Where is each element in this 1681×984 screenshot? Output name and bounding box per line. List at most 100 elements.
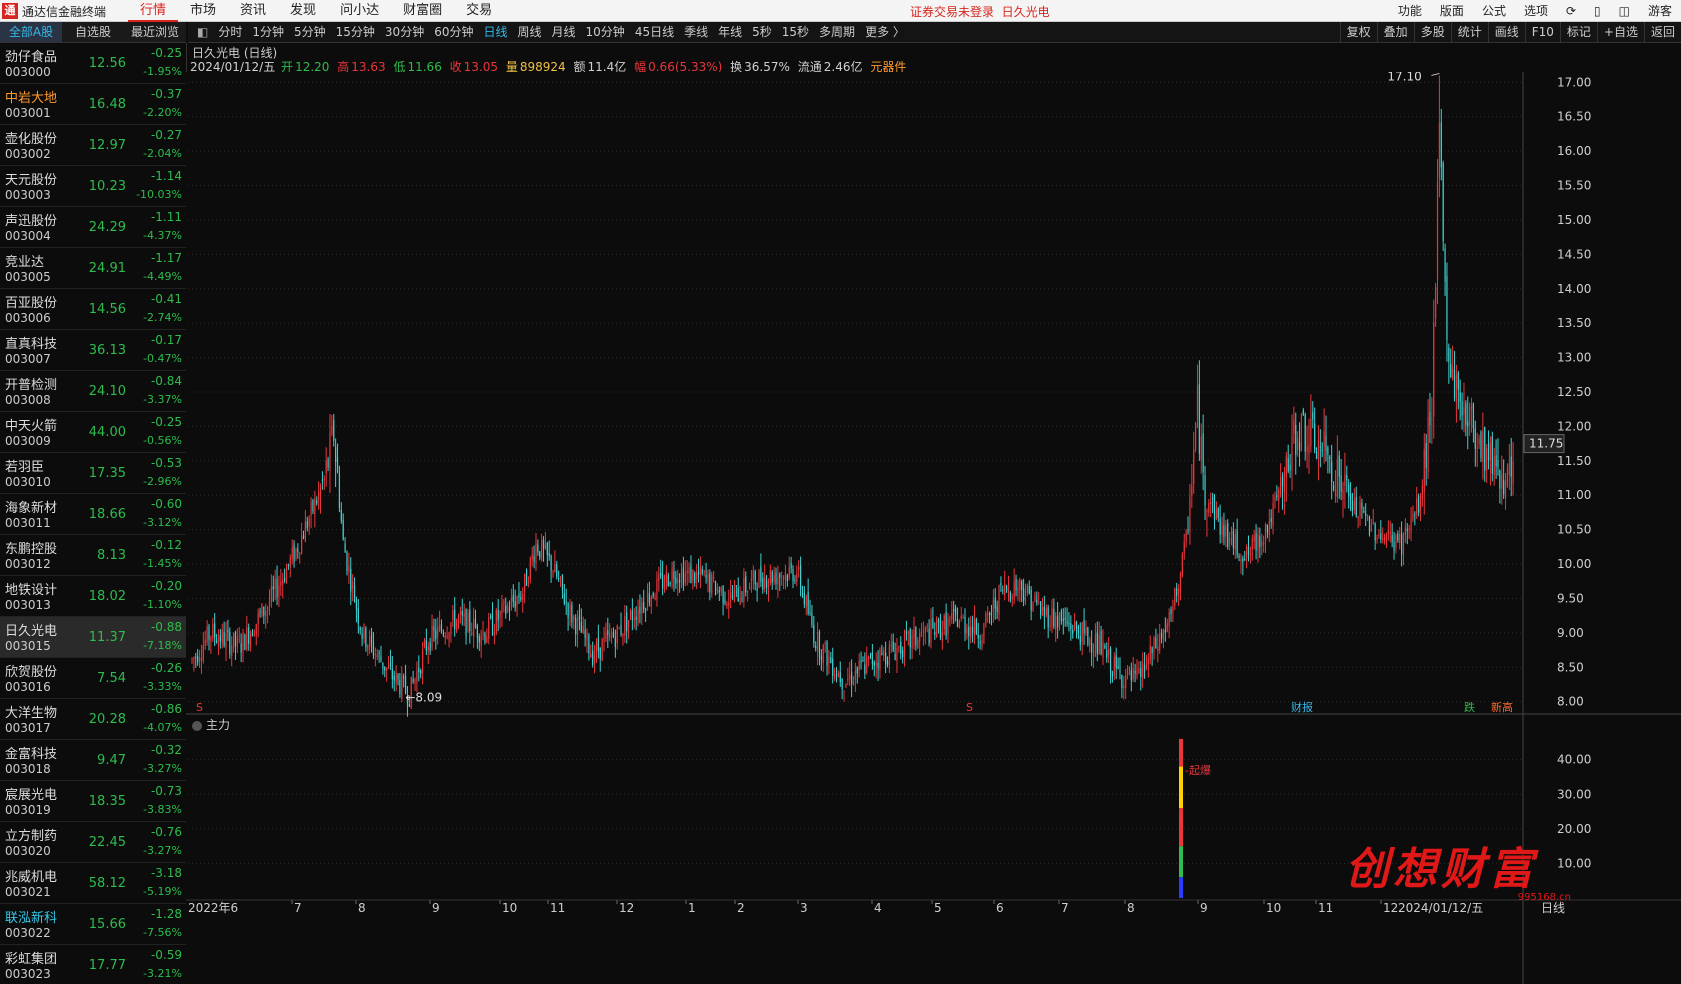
candle-body xyxy=(599,647,601,659)
period-tab-11[interactable]: 季线 xyxy=(679,22,713,42)
candle-body xyxy=(493,632,495,636)
period-tab-7[interactable]: 周线 xyxy=(513,22,547,42)
period-tab-6[interactable]: 日线 xyxy=(478,22,512,42)
stock-name: 竞业达 xyxy=(5,255,45,270)
stock-row[interactable]: 直真科技 003007 36.13 -0.17 -0.47% xyxy=(0,330,186,371)
period-tab-0[interactable]: 分时 xyxy=(213,22,247,42)
stock-code: 003019 xyxy=(5,803,51,817)
menu-item-6[interactable]: 交易 xyxy=(454,0,504,22)
stock-row[interactable]: 地铁设计 003013 18.02 -0.20 -1.10% xyxy=(0,576,186,617)
period-tab-3[interactable]: 15分钟 xyxy=(331,22,380,42)
stock-row[interactable]: 大洋生物 003017 20.28 -0.86 -4.07% xyxy=(0,699,186,740)
candle-body xyxy=(1285,455,1287,478)
stock-row[interactable]: 宸展光电 003019 18.35 -0.73 -3.83% xyxy=(0,781,186,822)
event-marker[interactable]: S xyxy=(196,701,203,714)
stock-row[interactable]: 日久光电 003015 11.37 -0.88 -7.18% xyxy=(0,617,186,658)
stock-row[interactable]: 壶化股份 003002 12.97 -0.27 -2.04% xyxy=(0,125,186,166)
stock-row[interactable]: 立方制药 003020 22.45 -0.76 -3.27% xyxy=(0,822,186,863)
candle-body xyxy=(671,568,673,582)
tool-2[interactable]: 多股 xyxy=(1413,22,1451,42)
period-tab-12[interactable]: 年线 xyxy=(713,22,747,42)
stock-row[interactable]: 金富科技 003018 9.47 -0.32 -3.27% xyxy=(0,740,186,781)
menu-item-3[interactable]: 发现 xyxy=(278,0,328,22)
candle-body xyxy=(576,618,579,635)
period-tab-9[interactable]: 10分钟 xyxy=(581,22,630,42)
period-tab-8[interactable]: 月线 xyxy=(547,22,581,42)
stock-row[interactable]: 若羽臣 003010 17.35 -0.53 -2.96% xyxy=(0,453,186,494)
period-tab-14[interactable]: 15秒 xyxy=(777,22,814,42)
stock-row[interactable]: 百亚股份 003006 14.56 -0.41 -2.74% xyxy=(0,289,186,330)
candle-body xyxy=(1266,524,1269,533)
right-menu-item-3[interactable]: 选项 xyxy=(1515,0,1557,22)
candle-body xyxy=(1204,475,1206,506)
right-menu-item-4[interactable]: ⟳ xyxy=(1557,0,1585,22)
stock-row[interactable]: 东鹏控股 003012 8.13 -0.12 -1.45% xyxy=(0,535,186,576)
stock-row[interactable]: 欣贺股份 003016 7.54 -0.26 -3.33% xyxy=(0,658,186,699)
candle-body xyxy=(435,630,437,640)
tool-5[interactable]: F10 xyxy=(1524,22,1560,42)
stock-pct: -4.07% xyxy=(143,721,182,734)
period-tab-2[interactable]: 5分钟 xyxy=(289,22,331,42)
stock-row[interactable]: 联泓新科 003022 15.66 -1.28 -7.56% xyxy=(0,904,186,945)
period-tab-1[interactable]: 1分钟 xyxy=(247,22,289,42)
period-tab-5[interactable]: 60分钟 xyxy=(429,22,478,42)
menu-item-5[interactable]: 财富圈 xyxy=(391,0,454,22)
candle-body xyxy=(801,592,804,594)
candle-body xyxy=(932,618,934,628)
candle-body xyxy=(1416,498,1418,515)
tool-8[interactable]: 返回 xyxy=(1643,22,1681,42)
list-tab-0[interactable]: 全部A股 xyxy=(0,22,62,42)
candle-body xyxy=(227,630,229,633)
menu-item-1[interactable]: 市场 xyxy=(178,0,228,22)
stock-row[interactable]: 劲仔食品 003000 12.56 -0.25 -1.95% xyxy=(0,43,186,84)
candle-body xyxy=(323,478,325,481)
collapse-icon[interactable] xyxy=(192,720,202,731)
sidebar-toggle-icon[interactable]: ◧ xyxy=(192,22,213,42)
event-marker[interactable]: 跌 xyxy=(1464,700,1475,714)
stock-row[interactable]: 声迅股份 003004 24.29 -1.11 -4.37% xyxy=(0,207,186,248)
menu-item-2[interactable]: 资讯 xyxy=(228,0,278,22)
event-marker[interactable]: 财报 xyxy=(1291,700,1313,714)
period-tab-10[interactable]: 45日线 xyxy=(630,22,679,42)
candle-body xyxy=(947,618,949,634)
candle-body xyxy=(567,603,569,619)
right-menu-item-0[interactable]: 功能 xyxy=(1389,0,1431,22)
login-notice[interactable]: 证券交易未登录 日久光电 xyxy=(910,3,1050,20)
period-tab-4[interactable]: 30分钟 xyxy=(380,22,429,42)
stock-pct: -2.20% xyxy=(143,106,182,119)
stock-row[interactable]: 竞业达 003005 24.91 -1.17 -4.49% xyxy=(0,248,186,289)
list-tab-1[interactable]: 自选股 xyxy=(62,22,124,42)
list-tab-2[interactable]: 最近浏览 xyxy=(124,22,186,42)
stock-price: 22.45 xyxy=(88,835,126,850)
stock-row[interactable]: 兆威机电 003021 58.12 -3.18 -5.19% xyxy=(0,863,186,904)
tool-0[interactable]: 复权 xyxy=(1339,22,1377,42)
right-menu-item-2[interactable]: 公式 xyxy=(1473,0,1515,22)
candle-body xyxy=(1227,523,1229,548)
stock-name: 东鹏控股 xyxy=(5,542,58,557)
tool-1[interactable]: 叠加 xyxy=(1376,22,1414,42)
stock-row[interactable]: 中岩大地 003001 16.48 -0.37 -2.20% xyxy=(0,84,186,125)
stock-row[interactable]: 天元股份 003003 10.23 -1.14 -10.03% xyxy=(0,166,186,207)
tool-3[interactable]: 统计 xyxy=(1450,22,1488,42)
stock-row[interactable]: 中天火箭 003009 44.00 -0.25 -0.56% xyxy=(0,412,186,453)
period-tab-13[interactable]: 5秒 xyxy=(747,22,777,42)
sub-indicator-label[interactable]: 主力 xyxy=(192,716,230,733)
right-menu-item-6[interactable]: ◫ xyxy=(1610,0,1639,22)
tool-4[interactable]: 画线 xyxy=(1487,22,1525,42)
right-menu-item-7[interactable]: 游客 xyxy=(1639,0,1681,22)
event-marker[interactable]: S xyxy=(966,701,973,714)
menu-item-0[interactable]: 行情 xyxy=(128,0,179,22)
period-tab-15[interactable]: 多周期 xyxy=(814,22,860,42)
event-marker[interactable]: 新高 xyxy=(1491,700,1513,714)
candle-body xyxy=(276,579,278,598)
menu-item-4[interactable]: 问小达 xyxy=(328,0,391,22)
right-menu-item-5[interactable]: ▯ xyxy=(1585,0,1610,22)
stock-row[interactable]: 开普检测 003008 24.10 -0.84 -3.37% xyxy=(0,371,186,412)
right-menu-item-1[interactable]: 版面 xyxy=(1431,0,1473,22)
tool-7[interactable]: +自选 xyxy=(1596,22,1644,42)
stock-row[interactable]: 彩虹集团 003023 17.77 -0.59 -3.21% xyxy=(0,945,186,984)
stock-row[interactable]: 海象新材 003011 18.66 -0.60 -3.12% xyxy=(0,494,186,535)
tool-6[interactable]: 标记 xyxy=(1559,22,1597,42)
period-tab-16[interactable]: 更多 〉 xyxy=(860,22,910,42)
candle-body xyxy=(1410,519,1412,533)
